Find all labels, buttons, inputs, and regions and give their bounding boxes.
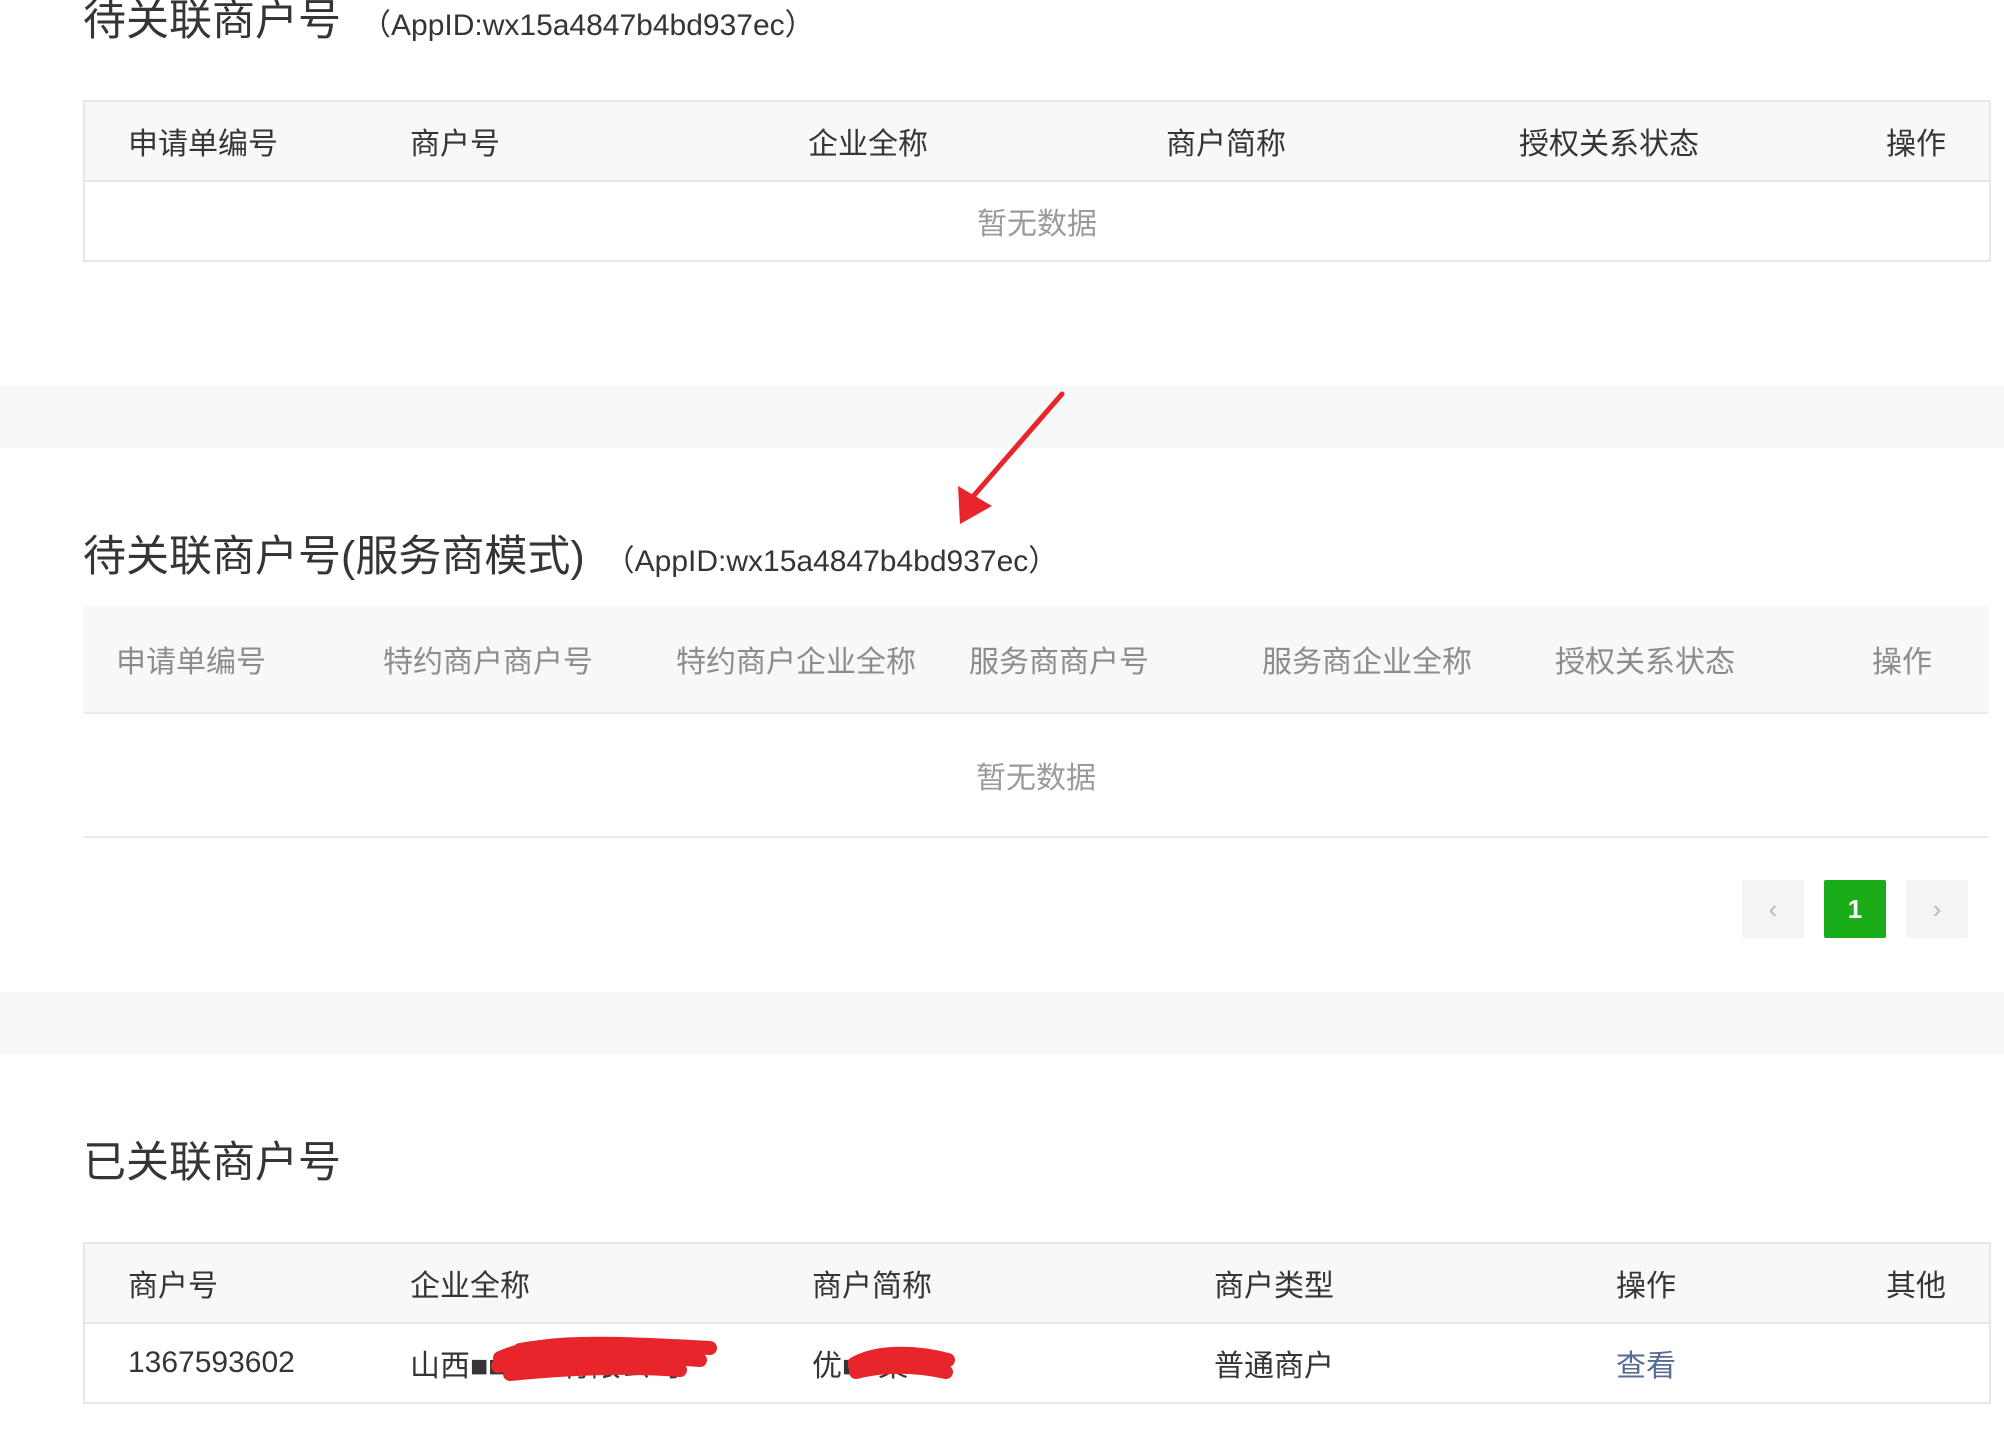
pending-service-provider-table: 申请单编号 特约商户商户号 特约商户企业全称 服务商商户号 服务商企业全称 授权…: [83, 606, 1989, 838]
col-auth-status: 授权关系状态: [1482, 101, 1835, 182]
col-merchant-id: 商户号: [410, 101, 766, 182]
pending-merchants-card: 待关联商户号 （AppID:wx15a4847b4bd937ec） 申请单编号 商…: [0, 0, 2004, 386]
empty-row: 暂无数据: [84, 181, 1990, 261]
other-cell: [1846, 1323, 1990, 1403]
col-special-merchant-company: 特约商户企业全称: [676, 606, 969, 714]
col-provider-merchant-id: 服务商商户号: [969, 606, 1262, 714]
table-header-row: 商户号 企业全称 商户简称 商户类型 操作 其他: [84, 1243, 1990, 1324]
col-special-merchant-id: 特约商户商户号: [383, 606, 676, 714]
col-action: 操作: [1835, 101, 1990, 182]
pagination-page-1[interactable]: 1: [1824, 880, 1886, 938]
merchant-id-cell: 1367593602: [128, 1346, 295, 1379]
appid-label: （AppID:wx15a4847b4bd937ec）: [361, 9, 815, 42]
empty-state-text: 暂无数据: [83, 713, 1989, 838]
col-company-name: 企业全称: [410, 1243, 812, 1324]
merchant-type-cell: 普通商户: [1214, 1350, 1334, 1383]
redaction-scribble-short-name: [848, 1346, 955, 1379]
section-title-text: 待关联商户号: [83, 0, 341, 45]
col-auth-status: 授权关系状态: [1555, 606, 1848, 714]
annotation-arrow-icon: [958, 391, 1065, 524]
pending-service-provider-title: 待关联商户号(服务商模式) （AppID:wx15a4847b4bd937ec）: [83, 522, 1058, 584]
pending-merchants-title: 待关联商户号 （AppID:wx15a4847b4bd937ec）: [83, 0, 815, 48]
pending-merchants-table: 申请单编号 商户号 企业全称 商户简称 授权关系状态 操作 暂无数据: [83, 100, 1991, 262]
view-link[interactable]: 查看: [1616, 1323, 1846, 1403]
linked-merchants-table: 商户号 企业全称 商户简称 商户类型 操作 其他 1367593602 山西■■…: [83, 1242, 1991, 1404]
col-merchant-id: 商户号: [84, 1243, 410, 1324]
col-merchant-type: 商户类型: [1214, 1243, 1616, 1324]
linked-merchants-title: 已关联商户号: [83, 1139, 341, 1187]
table-header-row: 申请单编号 商户号 企业全称 商户简称 授权关系状态 操作: [84, 101, 1990, 182]
chevron-left-icon: ‹: [1768, 893, 1778, 924]
col-short-name: 商户简称: [812, 1243, 1214, 1324]
redaction-scribble-company: [491, 1336, 717, 1381]
table-header-row: 申请单编号 特约商户商户号 特约商户企业全称 服务商商户号 服务商企业全称 授权…: [83, 606, 1989, 714]
col-action: 操作: [1848, 606, 1989, 714]
col-other: 其他: [1846, 1243, 1990, 1324]
col-company-name: 企业全称: [766, 101, 1124, 182]
appid-label: （AppID:wx15a4847b4bd937ec）: [604, 545, 1059, 578]
table-row: 1367593602 山西■■■■■有限公司 优■■集 普通商户 查看: [84, 1323, 1990, 1403]
col-short-name: 商户简称: [1124, 101, 1482, 182]
empty-row: 暂无数据: [83, 713, 1989, 838]
empty-state-text: 暂无数据: [977, 208, 1097, 241]
col-application-number: 申请单编号: [83, 606, 383, 714]
chevron-right-icon: ›: [1932, 893, 1942, 924]
col-provider-company: 服务商企业全称: [1262, 606, 1555, 714]
pagination-next-button[interactable]: ›: [1906, 880, 1968, 938]
section-title-text: 待关联商户号(服务商模式): [83, 533, 585, 581]
pagination-prev-button[interactable]: ‹: [1742, 880, 1804, 938]
col-action: 操作: [1616, 1243, 1846, 1324]
col-application-number: 申请单编号: [84, 101, 410, 182]
